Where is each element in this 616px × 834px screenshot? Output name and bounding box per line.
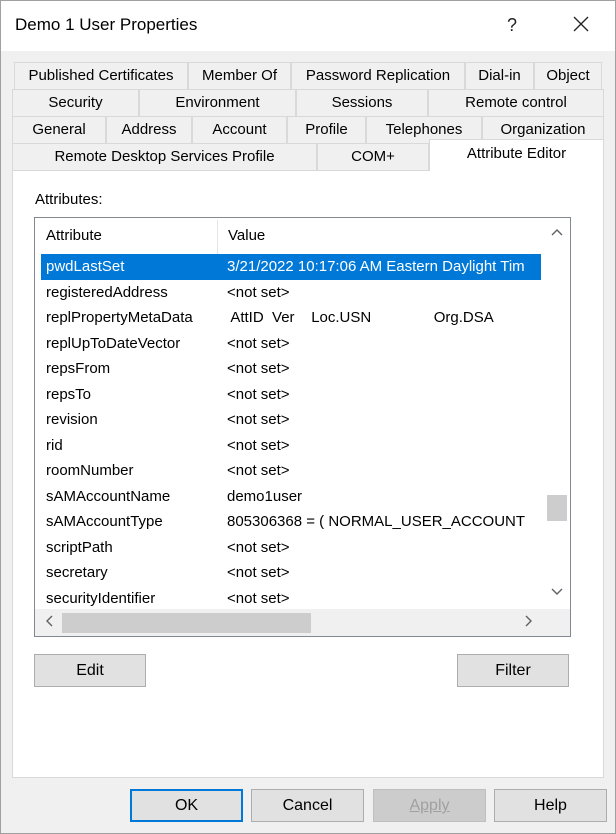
table-row[interactable]: sAMAccountType 805306368 = ( NORMAL_USER…: [35, 509, 541, 535]
attribute-name: securityIdentifier: [46, 589, 156, 607]
window-title: Demo 1 User Properties: [15, 15, 198, 34]
attribute-name: pwdLastSet: [46, 258, 125, 275]
table-row[interactable]: repsTo <not set>: [35, 382, 541, 408]
tab-published-certificates[interactable]: Published Certificates: [14, 62, 188, 89]
attribute-name: rid: [46, 436, 63, 454]
properties-dialog: Demo 1 User Properties ? Published Certi…: [0, 0, 616, 834]
table-row[interactable]: roomNumber <not set>: [35, 458, 541, 484]
apply-button-label: Apply: [409, 797, 450, 814]
tab-remote-control[interactable]: Remote control: [428, 89, 604, 116]
help-icon[interactable]: ?: [497, 9, 527, 41]
attribute-value: <not set>: [227, 334, 290, 352]
tab-address[interactable]: Address: [106, 116, 192, 143]
tab-com-plus[interactable]: COM+: [317, 143, 429, 170]
tab-password-replication[interactable]: Password Replication: [291, 62, 465, 89]
attribute-value: demo1user: [227, 487, 303, 505]
attribute-editor-panel: Attributes: Attribute Value pwdLastSet 3…: [12, 170, 604, 778]
attributes-list[interactable]: Attribute Value pwdLastSet 3/21/2022 10:…: [34, 217, 571, 637]
table-row[interactable]: registeredAddress <not set>: [35, 280, 541, 306]
table-row[interactable]: replUpToDateVector <not set>: [35, 331, 541, 357]
attribute-value: <not set>: [227, 283, 290, 301]
table-row[interactable]: repsFrom <not set>: [35, 356, 541, 382]
table-row[interactable]: securityIdentifier <not set>: [35, 586, 541, 612]
attribute-rows: pwdLastSet 3/21/2022 10:17:06 AM Eastern…: [35, 254, 541, 611]
attribute-value: 805306368 = ( NORMAL_USER_ACCOUNT: [227, 513, 526, 530]
column-header-attribute[interactable]: Attribute: [35, 218, 217, 254]
table-row[interactable]: secretary <not set>: [35, 560, 541, 586]
attribute-value: <not set>: [227, 411, 290, 428]
attribute-name: repsFrom: [46, 360, 111, 377]
scroll-down-icon[interactable]: [543, 580, 570, 604]
table-row[interactable]: rid <not set>: [35, 433, 541, 459]
horizontal-scrollbar[interactable]: [35, 609, 545, 636]
scroll-up-icon[interactable]: [543, 220, 570, 244]
tab-sessions[interactable]: Sessions: [296, 89, 428, 116]
table-row[interactable]: replPropertyMetaData AttID Ver Loc.USN O…: [35, 305, 541, 331]
tab-object[interactable]: Object: [534, 62, 602, 89]
tab-general[interactable]: General: [12, 116, 106, 143]
filter-button[interactable]: Filter: [457, 654, 569, 687]
attribute-value: <not set>: [227, 462, 290, 479]
scroll-right-icon[interactable]: [515, 611, 542, 635]
attribute-name: sAMAccountType: [46, 513, 163, 530]
scroll-left-icon[interactable]: [35, 611, 62, 635]
attributes-label: Attributes:: [35, 191, 103, 208]
tab-remote-desktop-services-profile[interactable]: Remote Desktop Services Profile: [12, 143, 317, 170]
attribute-value: AttID Ver Loc.USN Org.DSA: [227, 309, 494, 326]
attribute-name: roomNumber: [46, 462, 134, 479]
column-header-value[interactable]: Value: [217, 218, 537, 254]
table-row[interactable]: pwdLastSet 3/21/2022 10:17:06 AM Eastern…: [41, 254, 541, 280]
attribute-value: <not set>: [227, 538, 290, 556]
tab-attribute-editor[interactable]: Attribute Editor: [429, 139, 604, 171]
table-row[interactable]: sAMAccountName demo1user: [35, 484, 541, 510]
attribute-value: <not set>: [227, 589, 290, 607]
ok-button[interactable]: OK: [130, 789, 243, 822]
cancel-button[interactable]: Cancel: [251, 789, 364, 822]
horizontal-scroll-thumb[interactable]: [62, 613, 311, 633]
attribute-name: replPropertyMetaData: [46, 309, 193, 326]
close-icon[interactable]: [563, 9, 599, 41]
tab-dial-in[interactable]: Dial-in: [465, 62, 534, 89]
table-row[interactable]: scriptPath <not set>: [35, 535, 541, 561]
tab-account[interactable]: Account: [192, 116, 287, 143]
attribute-value: <not set>: [227, 385, 290, 403]
tab-environment[interactable]: Environment: [139, 89, 296, 116]
attribute-value: <not set>: [227, 360, 290, 377]
tab-member-of[interactable]: Member Of: [188, 62, 291, 89]
attribute-name: sAMAccountName: [46, 487, 171, 505]
vertical-scrollbar[interactable]: [543, 218, 570, 610]
attribute-value: 3/21/2022 10:17:06 AM Eastern Daylight T…: [227, 258, 525, 275]
tab-security[interactable]: Security: [12, 89, 139, 116]
attribute-value: <not set>: [227, 436, 290, 454]
attribute-name: secretary: [46, 564, 108, 581]
help-button[interactable]: Help: [494, 789, 607, 822]
scroll-corner: [543, 609, 570, 636]
attribute-name: revision: [46, 411, 98, 428]
attribute-value: <not set>: [227, 564, 290, 581]
vertical-scroll-thumb[interactable]: [547, 495, 567, 521]
attribute-name: repsTo: [46, 385, 92, 403]
list-header: Attribute Value: [35, 218, 545, 254]
tab-profile[interactable]: Profile: [287, 116, 366, 143]
table-row[interactable]: revision <not set>: [35, 407, 541, 433]
attribute-name: scriptPath: [46, 538, 113, 556]
apply-button[interactable]: Apply: [373, 789, 486, 822]
attribute-name: replUpToDateVector: [46, 334, 181, 352]
edit-button[interactable]: Edit: [34, 654, 146, 687]
attribute-name: registeredAddress: [46, 283, 168, 301]
title-bar: Demo 1 User Properties ?: [1, 1, 615, 51]
